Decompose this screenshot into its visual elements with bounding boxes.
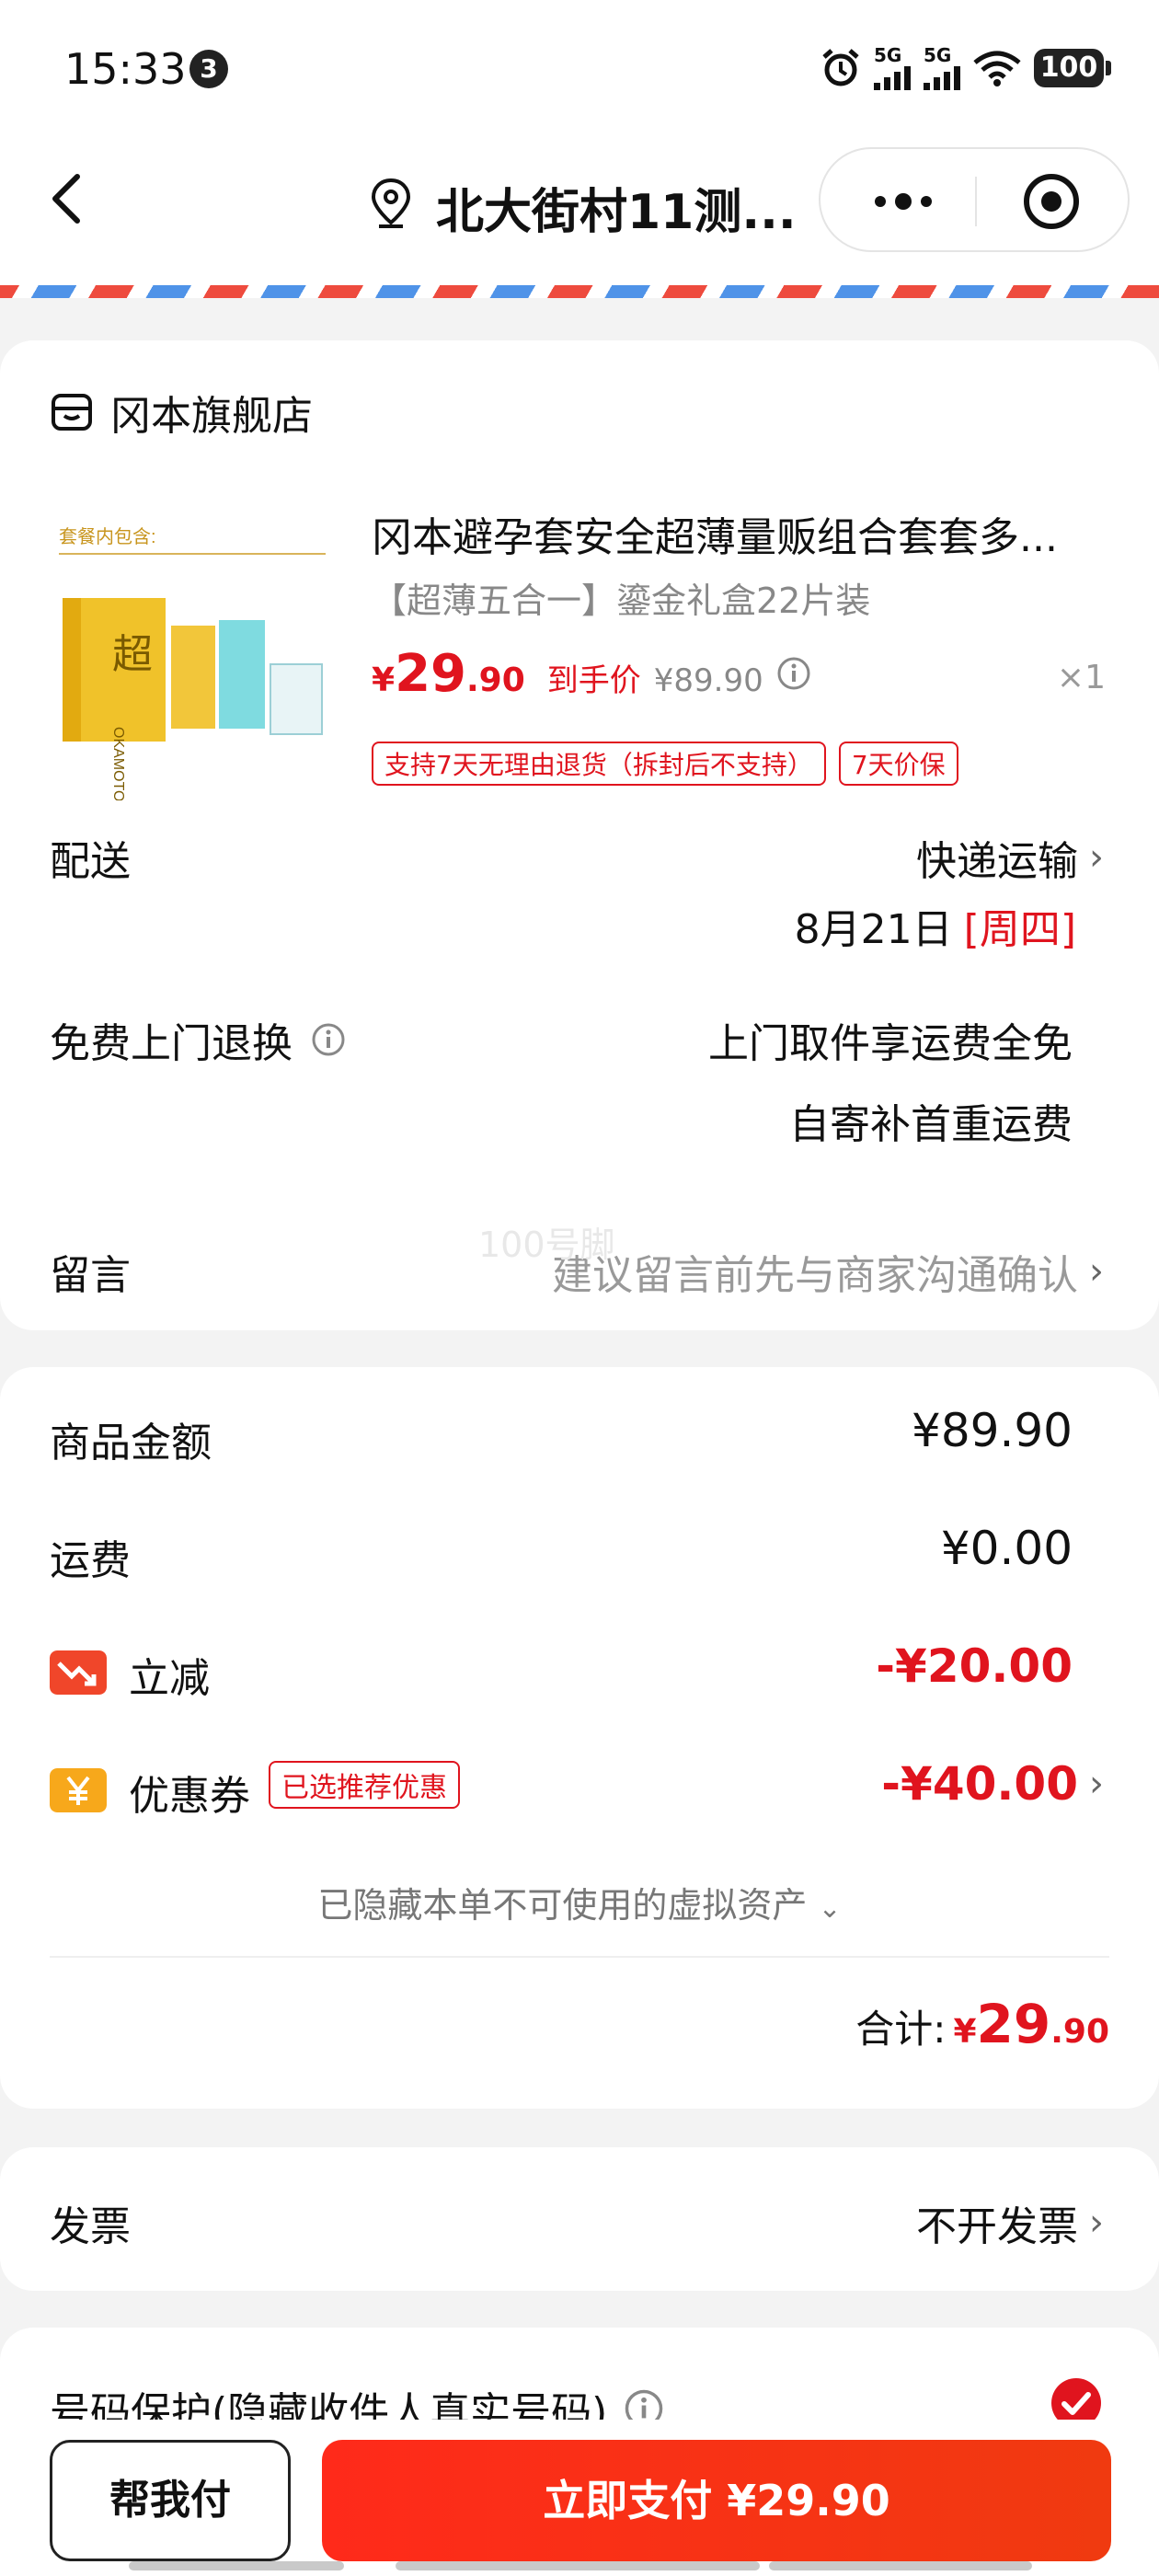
chevron-right-icon: ›: [1089, 2202, 1104, 2244]
airmail-border-stripe: [0, 285, 1159, 298]
coupon-yen-icon: [50, 1768, 107, 1812]
discount-value: -¥20.00: [876, 1639, 1073, 1693]
divider: [50, 1956, 1109, 1958]
store-header[interactable]: 冈本旗舰店: [50, 383, 313, 442]
home-indicator: [129, 2561, 344, 2570]
svg-text:超: 超: [112, 631, 153, 678]
store-name: 冈本旗舰店: [110, 393, 313, 440]
invoice-value[interactable]: 不开发票 ›: [916, 2193, 1104, 2252]
watermark: 100号脚: [478, 1225, 615, 1265]
wifi-icon: [973, 51, 1021, 86]
delivery-label: 配送: [50, 838, 131, 885]
return-pickup-info: 上门取件享运费全免: [708, 1020, 1073, 1067]
alarm-icon: [822, 49, 859, 86]
bottom-action-bar: 帮我付 立即支付 ¥29.90: [0, 2420, 1159, 2576]
product-image[interactable]: 套餐内包含: OKAMOTO 超: [50, 506, 335, 800]
coupon-selector[interactable]: -¥40.00 ›: [881, 1757, 1104, 1811]
price-protection-tag: 7天价保: [838, 742, 958, 786]
order-item-card: 冈本旗舰店 套餐内包含: OKAMOTO 超 冈本避孕套安全超薄量贩组合套套多.…: [0, 340, 1159, 1330]
back-arrow-icon[interactable]: [37, 166, 101, 230]
invoice-label: 发票: [50, 2203, 131, 2250]
home-indicator: [396, 2561, 760, 2570]
signal-5g-2: 5G: [924, 46, 960, 90]
delivery-date: 8月21日 [周四]: [794, 906, 1076, 953]
hidden-assets-toggle[interactable]: 已隐藏本单不可使用的虚拟资产 ⌄: [0, 1877, 1159, 1927]
coupon-label: 优惠券: [129, 1773, 250, 1820]
info-icon[interactable]: [311, 1022, 346, 1057]
return-self-ship-info: 自寄补首重运费: [789, 1101, 1073, 1148]
order-total: 合计: ¥29.90: [855, 1993, 1109, 2055]
shipping-fee-label: 运费: [50, 1537, 131, 1584]
price-summary-card: 商品金额 ¥89.90 运费 ¥0.00 立减 -¥20.00 优惠券 已选推荐…: [0, 1367, 1159, 2109]
current-price: ¥29.90: [372, 644, 525, 704]
chevron-down-icon: ⌄: [818, 1892, 842, 1925]
service-tags: 支持7天无理由退货（拆封后不支持） 7天价保: [372, 742, 958, 786]
home-indicator: [769, 2561, 1032, 2570]
product-title[interactable]: 冈本避孕套安全超薄量贩组合套套多...: [372, 504, 1107, 563]
navigation-bar: 北大街村11测...: [0, 138, 1159, 285]
mini-program-capsule: [819, 147, 1130, 252]
signal-5g-1: 5G: [874, 46, 911, 90]
product-image-brand: OKAMOTO: [110, 727, 126, 800]
status-icons: 5G 5G 100: [820, 42, 1111, 94]
recommended-coupon-tag: 已选推荐优惠: [269, 1761, 460, 1809]
shipping-fee-value: ¥0.00: [940, 1522, 1073, 1575]
status-bar: 15:33 3 5G 5G 100: [0, 0, 1159, 138]
chevron-right-icon: ›: [1089, 1763, 1104, 1805]
product-spec: 【超薄五合一】鎏金礼盒22片装: [372, 581, 871, 621]
final-price-label: 到手价: [546, 662, 641, 699]
goods-amount-label: 商品金额: [50, 1420, 212, 1466]
more-options-button[interactable]: [866, 177, 940, 226]
original-price: ¥89.90: [653, 662, 763, 699]
notification-count-badge: 3: [189, 50, 228, 88]
message-input[interactable]: 建议留言前先与商家沟通确认 ›: [552, 1242, 1104, 1301]
pay-now-button[interactable]: 立即支付 ¥29.90: [322, 2440, 1111, 2561]
chevron-right-icon: ›: [1089, 1250, 1104, 1293]
location-pin-icon: [371, 178, 411, 228]
quantity: ×1: [1056, 659, 1106, 696]
close-target-icon[interactable]: [1019, 169, 1084, 234]
store-icon: [52, 394, 92, 431]
free-return-label: 免费上门退换: [50, 1010, 346, 1069]
battery-indicator: 100: [1034, 49, 1111, 87]
address-title[interactable]: 北大街村11测...: [436, 173, 797, 242]
chevron-right-icon: ›: [1089, 836, 1104, 879]
discount-arrow-icon: [50, 1650, 107, 1695]
info-icon[interactable]: [776, 656, 811, 691]
help-me-pay-button[interactable]: 帮我付: [50, 2440, 291, 2561]
status-time: 15:33: [64, 44, 187, 94]
price-row: ¥29.90 到手价 ¥89.90: [372, 644, 811, 704]
discount-label: 立减: [129, 1655, 210, 1702]
invoice-card[interactable]: 发票 不开发票 ›: [0, 2147, 1159, 2291]
message-label: 留言: [50, 1252, 131, 1299]
product-image-caption: 套餐内包含:: [59, 526, 156, 547]
return-policy-tag: 支持7天无理由退货（拆封后不支持）: [372, 742, 826, 786]
delivery-method[interactable]: 快递运输 ›: [916, 828, 1104, 887]
goods-amount-value: ¥89.90: [912, 1404, 1073, 1457]
